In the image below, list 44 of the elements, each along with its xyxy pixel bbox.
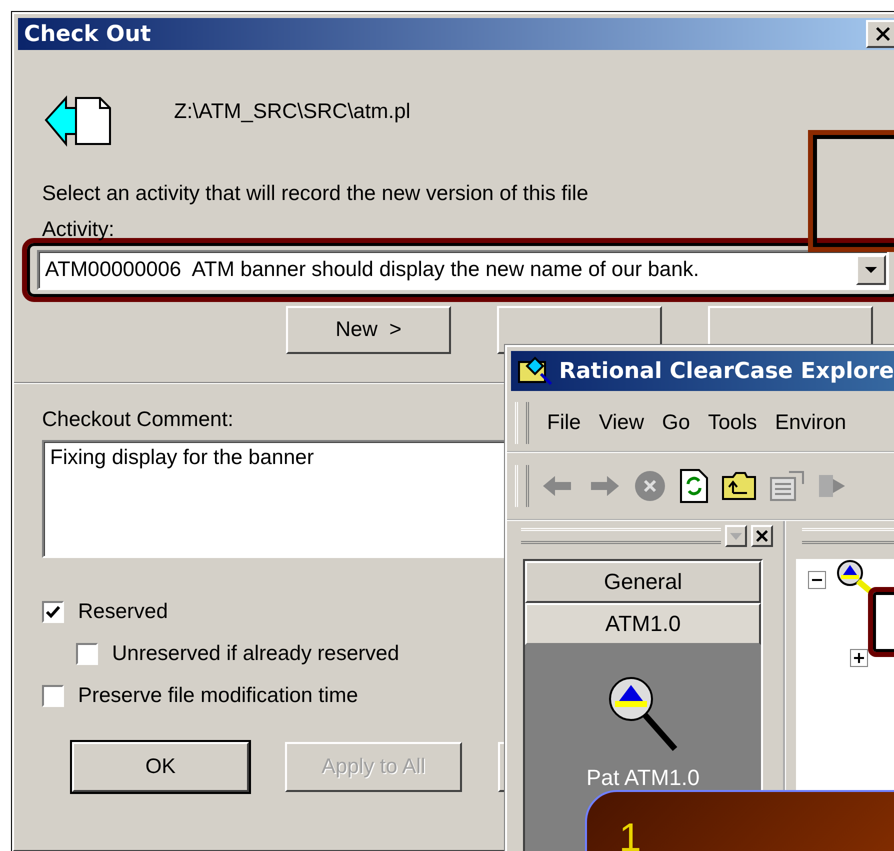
file-path: Z:\ATM_SRC\SRC\atm.pl xyxy=(174,100,410,124)
checkbox[interactable] xyxy=(42,685,64,707)
comment-label: Checkout Comment: xyxy=(42,408,234,432)
dropdown-arrow-button[interactable] xyxy=(856,255,886,285)
menu-item[interactable]: Go xyxy=(662,411,690,435)
menu-item[interactable]: Tools xyxy=(708,411,758,435)
dropdown-arrow-button[interactable] xyxy=(725,525,747,547)
caret-icon xyxy=(730,532,742,540)
checkbox-option[interactable]: Unreserved if already reserved xyxy=(76,640,400,668)
collapse-icon[interactable] xyxy=(808,571,826,589)
activity-dropdown[interactable]: ATM00000006 ATM banner should display the new name of our bank. xyxy=(37,250,889,290)
folder-up-icon[interactable] xyxy=(721,471,757,501)
menu-item[interactable]: File xyxy=(547,411,581,435)
toolbar-grip[interactable] xyxy=(515,402,529,444)
caret-icon xyxy=(864,266,878,274)
window-title: Rational ClearCase Explore xyxy=(559,358,894,384)
refresh-icon[interactable] xyxy=(679,468,709,504)
instruction-text: Select an activity that will record the new version of this file xyxy=(42,182,590,206)
menu-item[interactable]: Environ xyxy=(775,411,846,435)
stop-icon[interactable] xyxy=(633,469,667,503)
check-mark-icon xyxy=(45,605,61,619)
checkbox[interactable] xyxy=(76,643,98,665)
activity-label: Activity: xyxy=(42,218,116,242)
view-magnifier-icon[interactable] xyxy=(836,559,872,593)
close-icon xyxy=(756,530,768,542)
dialog-button[interactable]: OK xyxy=(72,742,249,792)
window-title: Check Out xyxy=(24,22,151,46)
close-button[interactable] xyxy=(866,20,894,48)
callout-number: 1 xyxy=(619,816,642,851)
magnifier-icon xyxy=(517,356,553,386)
properties-icon[interactable] xyxy=(769,470,805,502)
expand-icon[interactable] xyxy=(850,649,868,667)
menu-item[interactable]: View xyxy=(598,411,644,435)
new-activity-button[interactable]: New > xyxy=(286,306,451,354)
close-button[interactable] xyxy=(751,525,773,547)
shortcut-group-tab[interactable]: General xyxy=(525,561,761,603)
checkbox-option[interactable]: Reserved xyxy=(42,598,168,626)
view-label[interactable]: Pat ATM1.0 xyxy=(586,765,700,791)
shortcut-group-tab[interactable]: ATM1.0 xyxy=(525,603,761,645)
pane-header-grip[interactable] xyxy=(521,528,721,544)
checkbox-option[interactable]: Preserve file modification time xyxy=(42,682,358,710)
toolbar-grip[interactable] xyxy=(515,465,529,507)
checkbox[interactable] xyxy=(42,601,64,623)
close-icon xyxy=(874,26,892,42)
